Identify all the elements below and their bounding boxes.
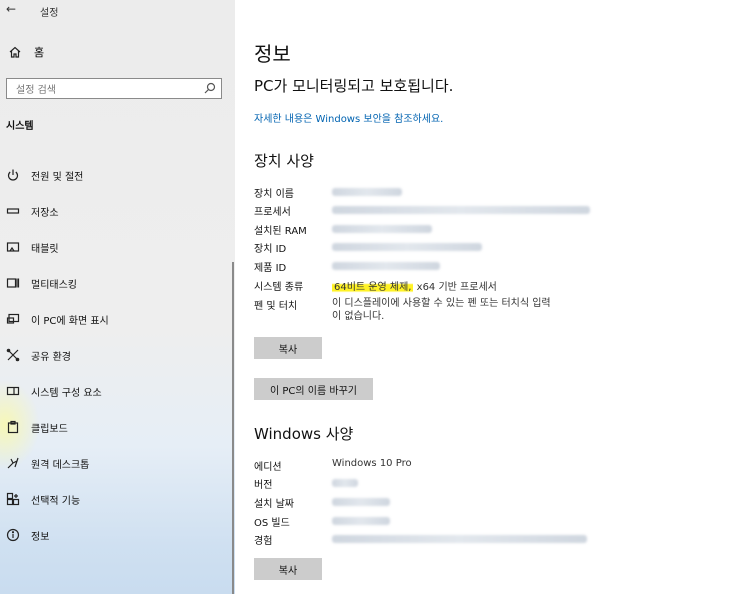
spec-label: 에디션 <box>254 462 282 473</box>
sidebar-item-shared[interactable]: 공유 환경 <box>6 344 226 366</box>
sidebar-item-label: 선택적 기능 <box>31 495 81 507</box>
sidebar-item-label: 멀티태스킹 <box>31 279 77 291</box>
spec-value-rest: x64 기반 프로세서 <box>413 282 497 293</box>
sidebar-item-label: 공유 환경 <box>31 351 71 363</box>
tablet-icon <box>6 240 20 254</box>
storage-icon <box>6 204 20 218</box>
sidebar-item-power[interactable]: 전원 및 절전 <box>6 164 226 186</box>
windows-specs-heading: Windows 사양 <box>254 425 354 443</box>
spec-value-redacted <box>332 222 432 236</box>
highlighted-text: 64비트 운영 체제, <box>332 282 414 293</box>
remote-desktop-icon <box>6 456 20 470</box>
sidebar-item-remote-desktop[interactable]: 원격 데스크톱 <box>6 452 226 474</box>
spec-label: 펜 및 터치 <box>254 301 298 312</box>
power-icon <box>6 168 20 182</box>
spec-label: 시스템 종류 <box>254 282 304 293</box>
spec-row-version: 버전 <box>254 476 674 494</box>
sidebar-item-label: 홈 <box>34 46 45 59</box>
spec-value-redacted <box>332 185 402 199</box>
spec-value: 이 디스플레이에 사용할 수 있는 펜 또는 터치식 입력 이 없습니다. <box>332 297 551 323</box>
search-input[interactable]: 설정 검색 <box>6 78 222 99</box>
sidebar-item-label: 이 PC에 화면 표시 <box>31 315 109 327</box>
spec-label: 설치 날짜 <box>254 499 294 510</box>
copy-windows-specs-button[interactable]: 복사 <box>254 558 322 580</box>
spec-row-system-type: 시스템 종류 64비트 운영 체제, x64 기반 프로세서 <box>254 278 674 296</box>
sidebar-item-home[interactable]: 홈 <box>8 42 208 62</box>
sidebar-item-tablet[interactable]: 태블릿 <box>6 236 226 258</box>
spec-label: 경험 <box>254 536 273 547</box>
info-icon <box>6 528 20 542</box>
spec-value-redacted <box>332 514 390 528</box>
main-content: 정보 PC가 모니터링되고 보호됩니다. 자세한 내용은 Windows 보안을… <box>235 0 743 594</box>
spec-value-redacted <box>332 203 590 217</box>
spec-label: 장치 ID <box>254 244 287 255</box>
spec-value-redacted <box>332 240 482 254</box>
spec-label: 프로세서 <box>254 207 291 218</box>
spec-value-redacted <box>332 259 440 273</box>
page-title: 정보 <box>254 42 291 66</box>
spec-label: 버전 <box>254 480 273 491</box>
spec-row-processor: 프로세서 <box>254 203 674 221</box>
sidebar-item-label: 클립보드 <box>31 423 68 435</box>
sidebar-item-storage[interactable]: 저장소 <box>6 200 226 222</box>
shared-icon <box>6 348 20 362</box>
spec-value: Windows 10 Pro <box>332 458 412 469</box>
spec-label: 장치 이름 <box>254 189 294 200</box>
protection-status: PC가 모니터링되고 보호됩니다. <box>254 77 454 95</box>
sidebar: ← 설정 홈 설정 검색 시스템 전원 및 절전 저장소 태블릿 멀티태스킹 이… <box>0 0 235 594</box>
spec-row-product-id: 제품 ID <box>254 259 674 277</box>
sidebar-item-label: 시스템 구성 요소 <box>31 387 102 399</box>
sidebar-item-clipboard[interactable]: 클립보드 <box>6 416 226 438</box>
spec-value-redacted <box>332 532 587 546</box>
spec-value-redacted <box>332 476 358 490</box>
spec-label: 설치된 RAM <box>254 226 307 237</box>
sidebar-item-label: 원격 데스크톱 <box>31 459 90 471</box>
section-title: 시스템 <box>6 121 34 132</box>
spec-value: 64비트 운영 체제, x64 기반 프로세서 <box>332 278 497 293</box>
home-icon <box>8 45 22 59</box>
spec-value-line2: 이 없습니다. <box>332 311 385 322</box>
spec-row-ram: 설치된 RAM <box>254 222 674 240</box>
sidebar-item-label: 전원 및 절전 <box>31 171 84 183</box>
windows-security-link[interactable]: 자세한 내용은 Windows 보안을 참조하세요. <box>254 110 443 125</box>
sidebar-item-info[interactable]: 정보 <box>6 524 226 546</box>
spec-row-os-build: OS 빌드 <box>254 514 674 532</box>
spec-row-edition: 에디션 Windows 10 Pro <box>254 458 674 476</box>
spec-value-redacted <box>332 495 390 509</box>
spec-label: OS 빌드 <box>254 518 290 529</box>
back-arrow-icon[interactable]: ← <box>6 2 16 16</box>
sidebar-item-label: 저장소 <box>31 207 59 219</box>
rename-pc-button[interactable]: 이 PC의 이름 바꾸기 <box>254 378 373 400</box>
spec-row-install-date: 설치 날짜 <box>254 495 674 513</box>
sidebar-item-project[interactable]: 이 PC에 화면 표시 <box>6 308 226 330</box>
spec-row-pen-touch: 펜 및 터치 이 디스플레이에 사용할 수 있는 펜 또는 터치식 입력 이 없… <box>254 297 674 329</box>
search-icon <box>204 82 216 94</box>
sidebar-item-label: 태블릿 <box>31 243 59 255</box>
sidebar-scrollbar[interactable] <box>232 262 234 594</box>
sidebar-item-label: 정보 <box>31 531 50 543</box>
window-title: 설정 <box>40 8 59 19</box>
copy-device-specs-button[interactable]: 복사 <box>254 337 322 359</box>
spec-label: 제품 ID <box>254 263 287 274</box>
sidebar-item-optional-features[interactable]: 선택적 기능 <box>6 488 226 510</box>
multitasking-icon <box>6 276 20 290</box>
spec-row-device-name: 장치 이름 <box>254 185 674 203</box>
components-icon <box>6 384 20 398</box>
sidebar-item-multitasking[interactable]: 멀티태스킹 <box>6 272 226 294</box>
sidebar-item-components[interactable]: 시스템 구성 요소 <box>6 380 226 402</box>
titlebar: ← 설정 <box>0 0 235 22</box>
spec-row-device-id: 장치 ID <box>254 240 674 258</box>
optional-features-icon <box>6 492 20 506</box>
spec-value-line1: 이 디스플레이에 사용할 수 있는 펜 또는 터치식 입력 <box>332 298 551 309</box>
project-icon <box>6 312 20 326</box>
clipboard-icon <box>6 420 20 434</box>
device-specs-heading: 장치 사양 <box>254 152 314 170</box>
spec-row-experience: 경험 <box>254 532 674 550</box>
search-placeholder: 설정 검색 <box>16 85 56 96</box>
